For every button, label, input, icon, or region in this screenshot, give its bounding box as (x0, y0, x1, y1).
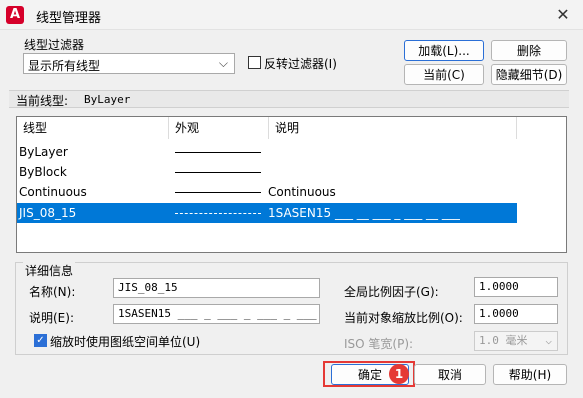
invert-filter-label: 反转过滤器(I) (264, 57, 337, 71)
linetype-preview (175, 172, 261, 173)
object-scale-label: 当前对象缩放比例(O): (344, 311, 463, 325)
linetype-name: ByLayer (19, 145, 68, 159)
column-header-linetype[interactable]: 线型 (17, 117, 169, 139)
global-scale-label: 全局比例因子(G): (344, 285, 439, 299)
window-title: 线型管理器 (36, 11, 102, 26)
linetype-name: Continuous (19, 185, 87, 199)
details-legend: 详细信息 (23, 262, 76, 279)
linetype-name: JIS_08_15 (19, 206, 77, 220)
table-row[interactable]: ByBlock (17, 162, 517, 182)
global-scale-field[interactable]: 1.0000 (474, 277, 558, 297)
filter-label: 线型过滤器 (24, 38, 85, 52)
iso-pen-width-label: ISO 笔宽(P): (344, 337, 414, 351)
description-field[interactable]: 1SASEN15 ___ _ ___ _ ___ _ ___ (113, 304, 320, 324)
table-row-selected[interactable]: JIS_08_15 1SASEN15 ___ __ ___ _ ___ __ _… (17, 203, 517, 223)
chevron-down-icon: ⌵ (218, 56, 228, 70)
close-icon[interactable]: ✕ (549, 3, 577, 27)
current-linetype-label: 当前线型: (16, 94, 69, 108)
description-label: 说明(E): (29, 311, 74, 325)
linetype-description: 1SASEN15 ___ __ ___ _ ___ __ ___ (268, 206, 460, 220)
table-row[interactable]: Continuous Continuous (17, 182, 517, 202)
current-linetype-value: ByLayer (84, 93, 131, 106)
name-label: 名称(N): (29, 285, 76, 299)
delete-button[interactable]: 删除 (491, 40, 567, 61)
iso-pen-width-dropdown: 1.0 毫米 ⌵ (474, 331, 558, 351)
paper-space-units-label: 缩放时使用图纸空间单位(U) (50, 335, 201, 349)
linetype-list[interactable]: 线型 外观 说明 ByLayer ByBlock Continuous Cont… (16, 116, 567, 253)
cancel-button[interactable]: 取消 (414, 364, 486, 385)
chevron-down-icon: ⌵ (545, 334, 552, 347)
step-badge: 1 (389, 364, 409, 384)
set-current-button[interactable]: 当前(C) (404, 64, 484, 85)
load-button[interactable]: 加载(L)... (404, 40, 484, 61)
table-row[interactable]: ByLayer (17, 142, 517, 162)
name-field[interactable]: JIS_08_15 (113, 278, 320, 298)
linetype-preview (175, 213, 261, 214)
object-scale-field[interactable]: 1.0000 (474, 304, 558, 324)
linetype-name: ByBlock (19, 165, 67, 179)
filter-dropdown[interactable]: 显示所有线型 ⌵ (23, 53, 235, 74)
invert-filter-checkbox[interactable] (248, 56, 261, 69)
paper-space-units-checkbox[interactable]: ✓ (34, 334, 47, 347)
column-header-appearance[interactable]: 外观 (169, 117, 269, 139)
linetype-preview (175, 192, 261, 193)
hide-details-button[interactable]: 隐藏细节(D) (491, 64, 567, 85)
linetype-preview (175, 152, 261, 153)
iso-pen-width-value: 1.0 毫米 (479, 334, 528, 347)
autocad-app-icon: A (6, 6, 24, 24)
help-button[interactable]: 帮助(H) (493, 364, 567, 385)
column-header-description[interactable]: 说明 (269, 117, 517, 139)
filter-selected-value: 显示所有线型 (28, 59, 101, 73)
linetype-description: Continuous (268, 185, 336, 199)
